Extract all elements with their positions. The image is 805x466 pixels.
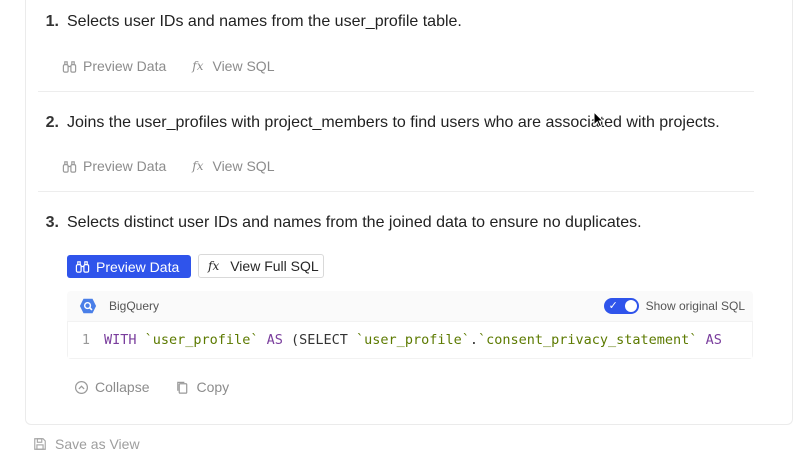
step-1: 1. Selects user IDs and names from the u…	[38, 12, 754, 32]
collapse-label: Collapse	[95, 379, 150, 395]
step-number: 3.	[45, 214, 59, 231]
step-2: 2. Joins the user_profiles with project_…	[38, 113, 754, 133]
copy-label: Copy	[196, 379, 230, 395]
bigquery-icon	[79, 298, 97, 314]
save-as-view-label: Save as View	[55, 436, 140, 452]
binoculars-icon	[62, 60, 77, 73]
sql-token: WITH	[104, 332, 137, 348]
step-description: Selects user IDs and names from the user…	[67, 13, 462, 30]
preview-data-label: Preview Data	[96, 258, 180, 275]
save-as-view-button[interactable]: Save as View	[33, 436, 140, 452]
sql-token: AS	[266, 332, 283, 348]
sql-token: `consent_privacy_statement`	[477, 332, 698, 348]
step-description: Selects distinct user IDs and names from…	[67, 214, 642, 231]
sql-token: .	[469, 332, 478, 348]
sql-panel-header: BigQuery ✓ Show original SQL	[67, 291, 753, 321]
preview-data-label: Preview Data	[83, 58, 167, 74]
view-sql-label: View SQL	[212, 58, 275, 74]
preview-data-button[interactable]: Preview Data	[62, 158, 166, 174]
binoculars-icon	[62, 160, 77, 173]
step-number: 1.	[45, 13, 59, 30]
answer-card: 1. Selects user IDs and names from the u…	[25, 0, 793, 425]
sql-token: AS	[705, 332, 722, 348]
view-sql-button[interactable]: fx View SQL	[192, 58, 274, 74]
step-number: 2.	[45, 114, 59, 131]
step-2-actions: Preview Data fx View SQL	[62, 158, 300, 174]
copy-button[interactable]: Copy	[175, 379, 229, 395]
step-3: 3. Selects distinct user IDs and names f…	[38, 213, 754, 233]
function-icon: fx	[208, 259, 220, 273]
mouse-cursor-icon	[593, 111, 604, 128]
function-icon: fx	[192, 59, 204, 73]
function-icon: fx	[192, 159, 204, 173]
sql-token: (SELECT	[291, 332, 348, 348]
show-original-sql-control: ✓ Show original SQL	[603, 298, 745, 314]
sql-code-line[interactable]: 1 WITH `user_profile` AS (SELECT `user_p…	[67, 321, 753, 359]
step-description: Joins the user_profiles with project_mem…	[67, 114, 720, 131]
collapse-button[interactable]: Collapse	[74, 379, 149, 395]
preview-data-label: Preview Data	[83, 158, 167, 174]
view-sql-label: View SQL	[212, 158, 275, 174]
save-icon	[34, 438, 46, 450]
sql-panel-actions: Collapse Copy	[74, 379, 255, 395]
line-number: 1	[81, 332, 91, 348]
view-sql-button[interactable]: fx View SQL	[192, 158, 274, 174]
view-full-sql-label: View Full SQL	[230, 258, 319, 274]
sql-token: `user_profile`	[144, 332, 259, 348]
step-1-actions: Preview Data fx View SQL	[62, 58, 300, 74]
divider	[38, 191, 754, 192]
preview-data-button[interactable]: Preview Data	[62, 58, 166, 74]
view-full-sql-button[interactable]: fx View Full SQL	[198, 254, 324, 278]
toggle-knob	[624, 300, 637, 312]
show-original-sql-toggle[interactable]: ✓	[603, 298, 639, 314]
divider	[38, 91, 754, 92]
binoculars-icon	[75, 261, 90, 273]
preview-data-button[interactable]: Preview Data	[67, 255, 191, 278]
copy-icon	[177, 381, 188, 394]
show-original-sql-label: Show original SQL	[645, 299, 745, 313]
collapse-icon	[74, 380, 89, 394]
sql-token: `user_profile`	[356, 332, 470, 348]
check-icon: ✓	[608, 300, 618, 312]
sql-panel: BigQuery ✓ Show original SQL 1 WITH `use…	[67, 291, 753, 359]
sql-engine-label: BigQuery	[109, 299, 160, 313]
